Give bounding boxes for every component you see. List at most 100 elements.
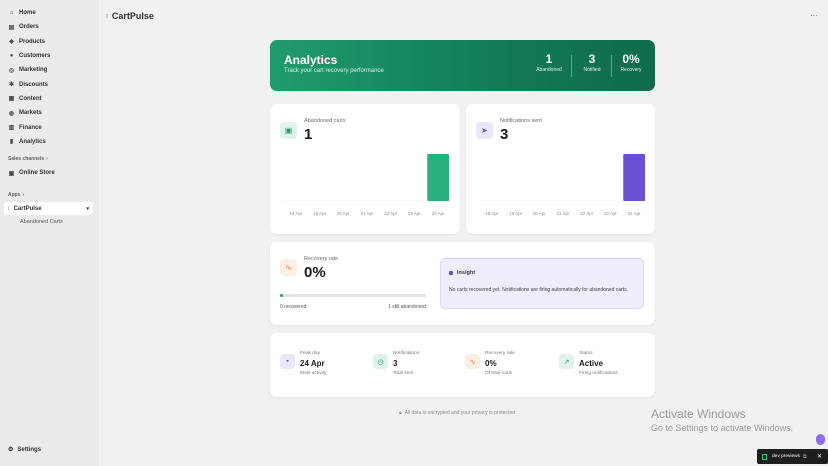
hero-stat-recovery: 0% Recovery [617,52,645,73]
notifications-sent-card: ➤ Notifications sent 3 18 Apr 19 Apr 20 Ap… [466,104,655,234]
sidebar-item-markets[interactable]: ◍ Markets [0,106,99,120]
x-tick-label: 24 Apr [432,211,446,216]
privacy-note: 🔒︎ All data is encrypted and your privacy… [399,410,515,416]
sidebar-item-label: Products [19,38,46,45]
x-tick-label: 19 Apr [509,211,523,216]
x-tick-label: 24 Apr [628,211,642,216]
summary-card: ▪ Peak day 24 Apr Most activity ◷ Notifi… [270,333,655,397]
phone-icon [762,453,767,460]
top-bar: ⁝ CartPulse ⋯ [99,0,828,32]
x-tick-label: 22 Apr [384,211,398,216]
apps-heading[interactable]: Apps › [0,188,99,201]
sidebar-item-customers[interactable]: ● Customers [0,49,99,63]
summary-sub: Total sent [393,371,414,376]
card-label: Recovery rate [304,256,339,262]
chart-bar [427,154,450,201]
sidebar-item-label: Marketing [19,67,48,74]
toast-text: dev previews [772,454,800,459]
page-title: ⁝ CartPulse [106,11,154,21]
sidebar-item-marketing[interactable]: ◎ Marketing [0,63,99,77]
notifications-sent-chart: 18 Apr 19 Apr 20 Apr 21 Apr 22 Apr 23 Apr 24 A… [480,154,646,216]
sidebar-item-analytics[interactable]: ▮ Analytics [0,135,99,149]
sidebar-item-online-store[interactable]: ▣ Online Store [0,166,99,180]
summary-label: Notifications [393,351,420,356]
close-icon[interactable]: ✕ [817,453,822,460]
card-label: Abandoned carts [304,118,346,124]
summary-peak-day: ▪ Peak day 24 Apr Most activity [280,351,360,381]
grid-icon: ⁝ [8,205,10,212]
x-tick-label: 22 Apr [580,211,594,216]
x-tick-label: 21 Apr [556,211,570,216]
insight-icon [449,271,453,275]
stat-value: 0% [622,52,640,66]
watermark-line-1: Activate Windows [651,407,746,421]
settings-link[interactable]: ⚙ Settings [8,446,41,454]
summary-recovery-rate: ∿ Recovery rate 0% Of total carts [465,351,545,381]
bank-icon: ▥ [8,125,15,132]
sidebar-item-content[interactable]: ▦ Content [0,92,99,106]
summary-value: 0% [485,359,497,368]
discount-icon: ✱ [8,82,15,89]
sidebar-item-finance[interactable]: ▥ Finance [0,120,99,134]
abandoned-carts-card: ▣ Abandoned carts 1 18 Apr 19 Apr 20 Apr 21… [270,104,460,234]
insight-box: Insight No carts recovered yet. Notifica… [440,258,644,309]
pulse-icon: ∿ [465,354,480,369]
abandoned-count: 1 still abandoned [388,304,426,310]
home-icon: ⌂ [9,10,14,17]
tag-icon: ◆ [9,39,14,46]
insight-title: Insight [449,270,475,276]
sidebar-item-products[interactable]: ◆ Products [0,35,99,49]
app-name-label: CartPulse [13,205,42,212]
insight-title-text: Insight [457,270,476,276]
card-label: Notifications sent [500,118,542,124]
more-options-icon[interactable]: ⋯ [810,11,818,20]
sidebar-item-home[interactable]: ⌂ Home [0,6,99,20]
x-tick-label: 19 Apr [313,211,327,216]
sidebar-item-label: Finance [19,124,42,131]
card-value: 1 [304,126,313,143]
insight-text: No carts recovered yet. Notifications ar… [449,287,628,293]
summary-sub: Firing notifications [579,371,618,376]
person-icon: ● [9,53,14,60]
summary-sub: Of total carts [485,371,513,376]
subitem-label: Abandoned Carts [20,218,63,225]
grid-icon: ⁝ [106,13,108,20]
sidebar: ⌂ Home ▤ Orders ◆ Products ● Customers ◎ Mark… [0,0,99,466]
x-tick-label: 21 Apr [360,211,374,216]
sales-channels-heading[interactable]: Sales channels › [0,153,99,166]
analytics-hero: Analytics Track your cart recovery perfo… [270,40,655,91]
chevron-down-icon: ▾ [86,205,89,212]
cart-icon: ▣ [280,122,297,139]
sidebar-item-orders[interactable]: ▤ Orders [0,20,99,34]
dev-preview-toast[interactable]: dev previews ⧉ ✕ [757,449,828,464]
assistant-button[interactable] [816,434,825,445]
recovery-progress-bar [280,294,426,297]
recovery-progress-fill [280,294,283,297]
sales-channels-label: Sales channels [8,156,45,163]
sidebar-item-label: Orders [19,24,39,31]
x-tick-label: 18 Apr [485,211,499,216]
sidebar-subitem-abandoned-carts[interactable]: Abandoned Carts [0,215,99,228]
x-tick-label: 18 Apr [289,211,303,216]
globe-icon: ◍ [8,110,15,117]
sidebar-item-cartpulse[interactable]: ⁝ CartPulse ▾ [4,202,93,216]
summary-value: Active [579,359,604,368]
sidebar-item-discounts[interactable]: ✱ Discounts [0,77,99,91]
send-icon: ➤ [476,122,493,139]
target-icon: ◎ [8,67,15,74]
hero-subtitle: Track your cart recovery performance [284,68,384,74]
x-tick-label: 20 Apr [337,211,351,216]
sidebar-item-label: Analytics [19,138,46,145]
sidebar-item-label: Discounts [19,81,49,88]
external-link-icon: ⧉ [803,454,807,460]
summary-label: Recovery rate [485,351,515,356]
summary-value: 3 [393,359,398,368]
summary-sub: Most activity [300,371,327,376]
sidebar-item-label: Online Store [19,170,55,177]
card-value: 0% [304,264,326,281]
sidebar-item-label: Home [19,10,36,17]
summary-label: Status [579,351,593,356]
recovered-count: 0 recovered [280,304,307,310]
summary-status: ↗ Status Active Firing notifications [559,351,644,381]
chevron-right-icon: › [22,191,25,198]
